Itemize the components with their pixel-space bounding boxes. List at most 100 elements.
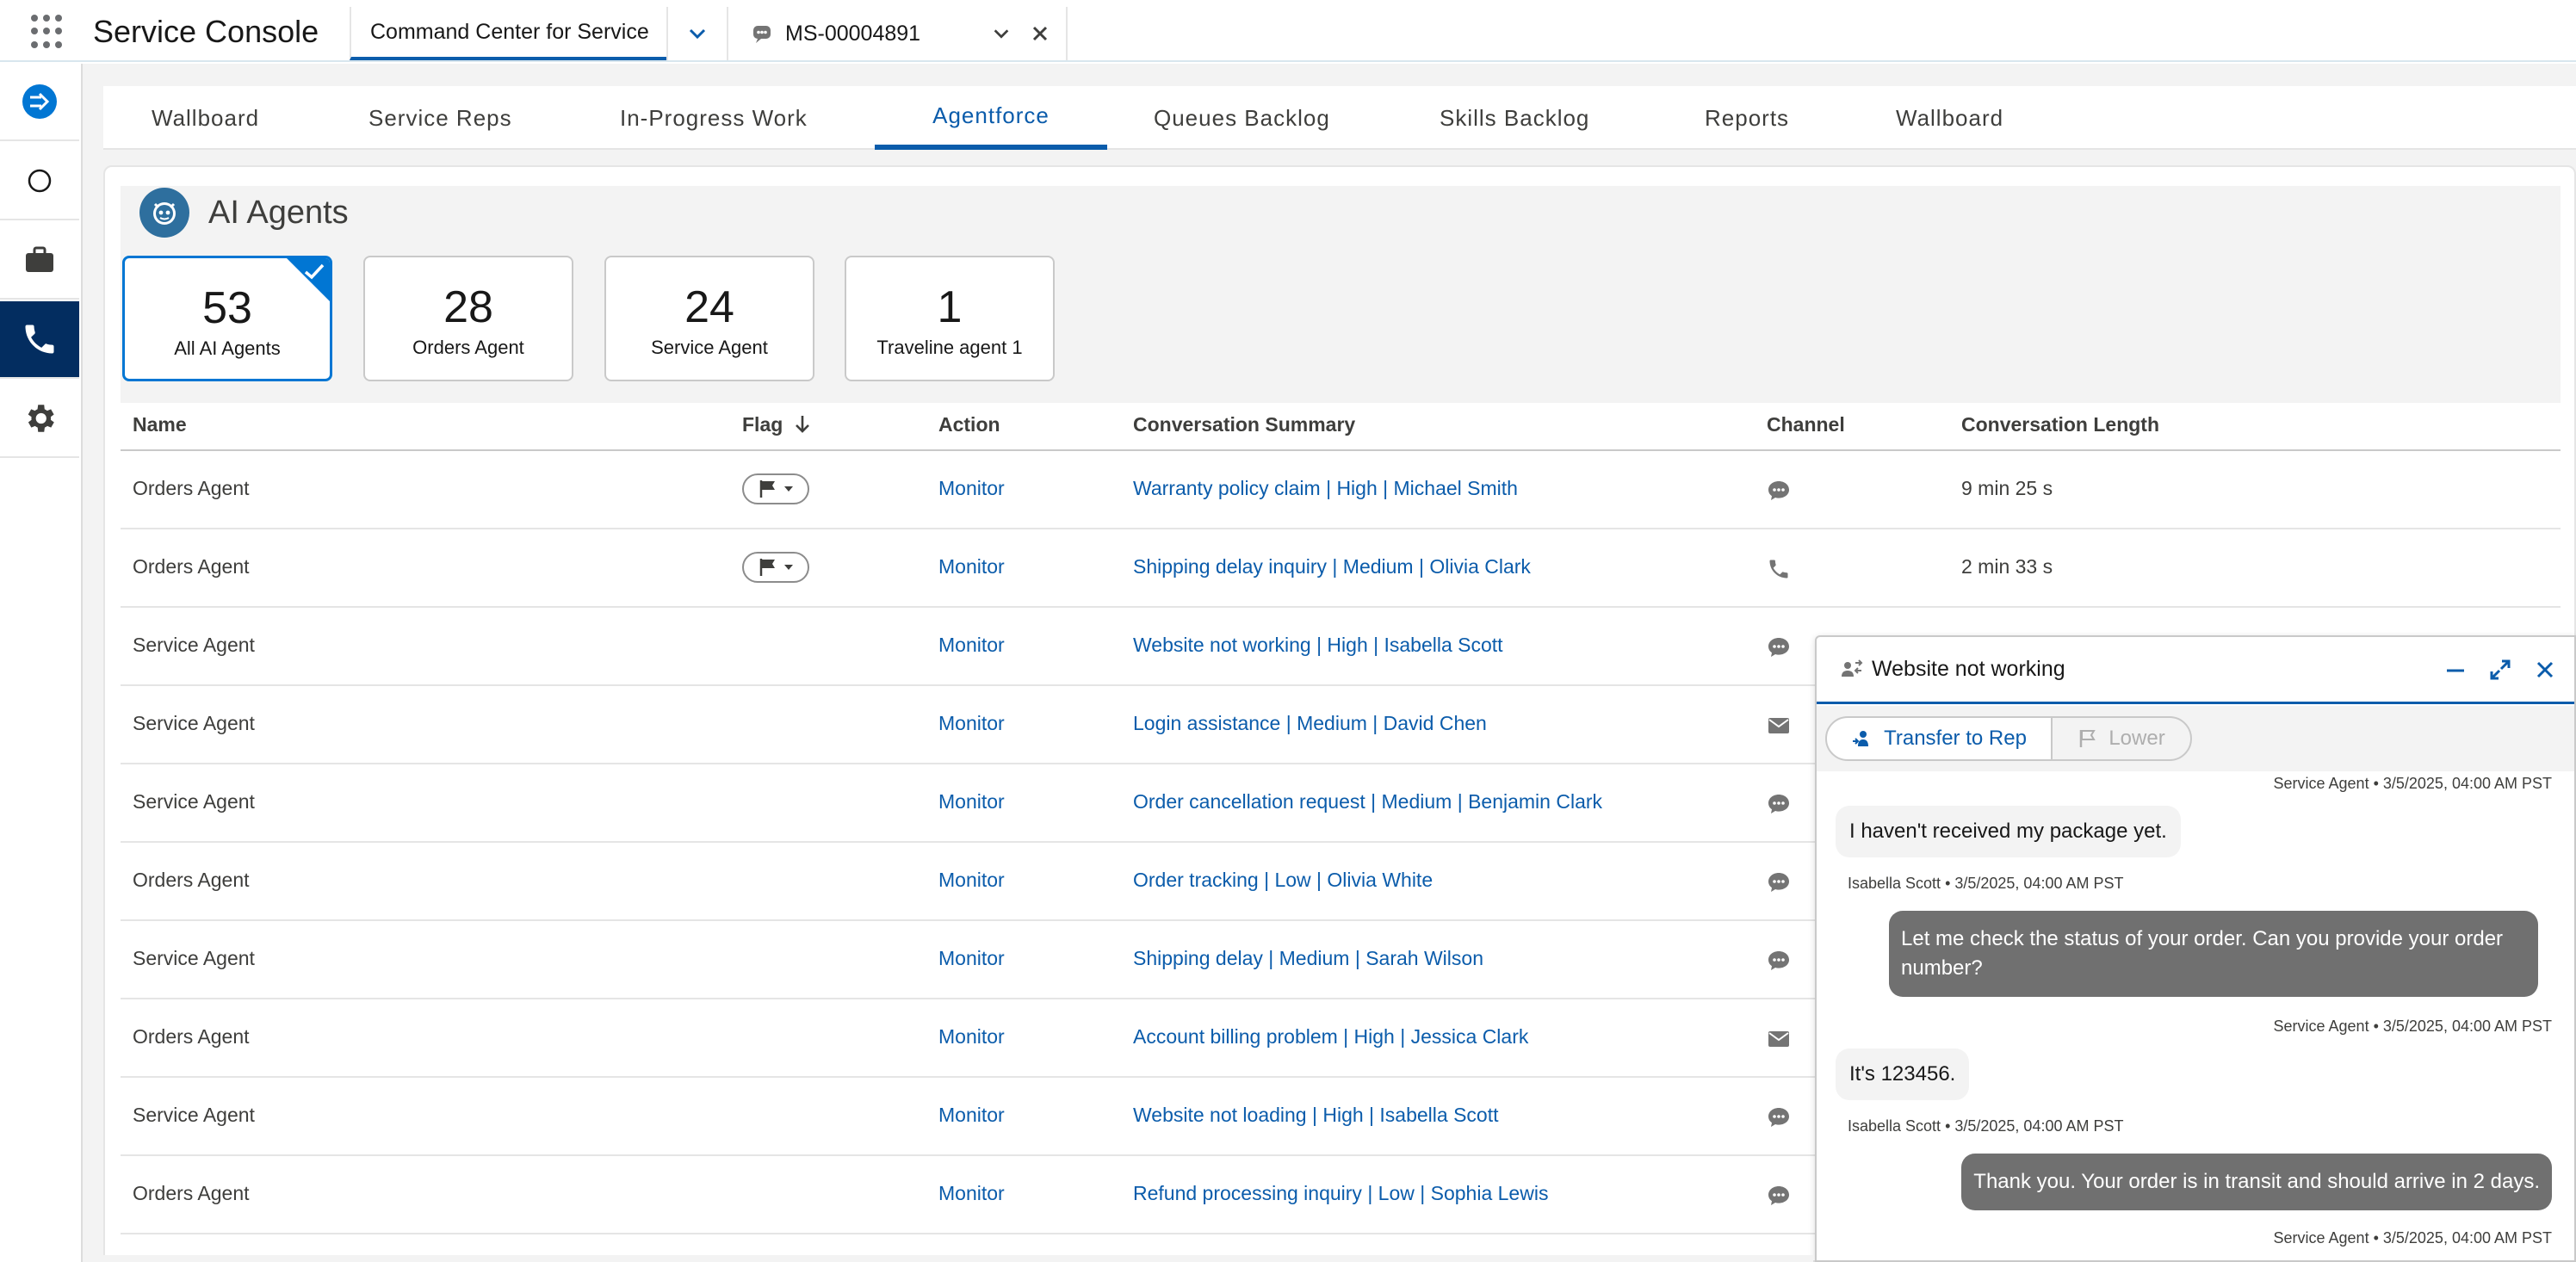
agent-name-cell: Service Agent <box>133 712 255 734</box>
subtab-wallboard-2[interactable]: Wallboard <box>1896 86 2003 150</box>
monitor-link[interactable]: Monitor <box>938 790 1005 813</box>
agent-name-cell: Service Agent <box>133 947 255 969</box>
monitor-link[interactable]: Monitor <box>938 634 1005 657</box>
caret-down-icon <box>784 486 793 492</box>
chevron-down-icon[interactable] <box>992 24 1011 43</box>
minimize-icon[interactable] <box>2443 658 2468 682</box>
column-header-summary[interactable]: Conversation Summary <box>1133 413 1355 436</box>
channel-cell <box>1767 479 1791 503</box>
phone-icon <box>25 325 54 354</box>
stat-card-traveline-agent[interactable]: 1 Traveline agent 1 <box>845 256 1055 381</box>
column-header-channel[interactable]: Channel <box>1767 413 1845 436</box>
chat-icon <box>1768 873 1789 892</box>
message-meta: Service Agent • 3/5/2025, 04:00 AM PST <box>2273 775 2553 792</box>
stat-card-all-ai-agents[interactable]: 53 All AI Agents <box>122 256 332 381</box>
chat-actions-bar: Transfer to Rep Lower <box>1817 706 2574 771</box>
channel-cell <box>1767 792 1791 816</box>
table-row: Orders Agent Monitor Warranty policy claim… <box>121 451 2561 529</box>
lower-label: Lower <box>2108 727 2165 750</box>
monitor-link[interactable]: Monitor <box>938 1025 1005 1049</box>
stat-label: Orders Agent <box>412 337 524 358</box>
monitor-link[interactable]: Monitor <box>938 1182 1005 1205</box>
agent-name-cell: Service Agent <box>133 790 255 813</box>
expand-icon[interactable] <box>2488 658 2512 682</box>
agent-name-cell: Orders Agent <box>133 1182 250 1204</box>
subtab-bar: Wallboard Service Reps In-Progress Work … <box>103 86 2576 150</box>
stat-label: All AI Agents <box>174 337 281 359</box>
ai-agent-logo-icon <box>139 188 189 238</box>
agent-name-cell: Orders Agent <box>133 1025 250 1048</box>
table-header: Name Flag Action Conversation Summary Ch… <box>121 398 2561 451</box>
column-header-flag[interactable]: Flag <box>742 413 811 436</box>
subtab-queues-backlog[interactable]: Queues Backlog <box>1154 86 1330 150</box>
message-bubble-agent: Thank you. Your order is in transit and … <box>1961 1154 2552 1210</box>
subtab-skills-backlog[interactable]: Skills Backlog <box>1440 86 1589 150</box>
subtab-wallboard[interactable]: Wallboard <box>152 86 259 150</box>
page-title: AI Agents <box>208 195 349 231</box>
column-header-length[interactable]: Conversation Length <box>1961 413 2159 436</box>
monitor-link[interactable]: Monitor <box>938 947 1005 970</box>
conversation-summary-link[interactable]: Order cancellation request | Medium | Be… <box>1133 790 1602 813</box>
conversation-summary-link[interactable]: Order tracking | Low | Olivia White <box>1133 869 1433 892</box>
conversation-summary-link[interactable]: Login assistance | Medium | David Chen <box>1133 712 1487 735</box>
chat-icon <box>1768 481 1789 500</box>
conversation-summary-link[interactable]: Shipping delay inquiry | Medium | Olivia… <box>1133 555 1531 578</box>
transfer-label: Transfer to Rep <box>1884 727 2027 750</box>
conversation-summary-link[interactable]: Website not loading | High | Isabella Sc… <box>1133 1104 1499 1127</box>
monitor-link[interactable]: Monitor <box>938 1104 1005 1127</box>
conversation-summary-link[interactable]: Refund processing inquiry | Low | Sophia… <box>1133 1182 1548 1205</box>
status-circle-icon <box>28 169 52 193</box>
tab-case[interactable]: MS-00004891 <box>727 7 1068 60</box>
conversation-summary-link[interactable]: Shipping delay | Medium | Sarah Wilson <box>1133 947 1483 970</box>
chat-icon <box>1768 1108 1789 1127</box>
conversation-summary-link[interactable]: Account billing problem | High | Jessica… <box>1133 1025 1528 1049</box>
email-icon <box>1768 718 1789 733</box>
stat-card-service-agent[interactable]: 24 Service Agent <box>604 256 814 381</box>
column-header-action[interactable]: Action <box>938 413 1000 436</box>
subtab-service-reps[interactable]: Service Reps <box>368 86 512 150</box>
phone-icon <box>1769 560 1788 578</box>
flag-menu-button[interactable] <box>742 473 809 504</box>
expand-rail-icon <box>22 84 57 119</box>
conversation-summary-link[interactable]: Website not working | High | Isabella Sc… <box>1133 634 1503 657</box>
global-header: Service Console Command Center for Servi… <box>0 0 2576 62</box>
chat-header: Website not working <box>1817 637 2574 704</box>
tab-command-center[interactable]: Command Center for Service <box>350 7 666 60</box>
flag-menu-button[interactable] <box>742 552 809 583</box>
close-icon[interactable] <box>1031 25 1049 42</box>
monitor-link[interactable]: Monitor <box>938 555 1005 578</box>
rail-phone-button[interactable] <box>0 301 79 379</box>
transfer-agent-icon <box>1842 659 1863 677</box>
stat-label: Traveline agent 1 <box>876 337 1023 358</box>
subtab-agentforce[interactable]: Agentforce <box>875 86 1107 150</box>
gear-icon <box>28 405 54 432</box>
conversation-length-cell: 9 min 25 s <box>1961 477 2053 499</box>
rail-toggle-button[interactable] <box>0 64 79 141</box>
app-launcher-icon[interactable] <box>31 15 65 49</box>
message-bubble-agent: Let me check the status of your order. C… <box>1889 911 2538 997</box>
stat-label: Service Agent <box>651 337 768 358</box>
column-header-name[interactable]: Name <box>133 413 187 436</box>
chevron-down-icon <box>689 28 706 40</box>
rail-settings-button[interactable] <box>0 380 79 458</box>
briefcase-icon <box>26 246 53 272</box>
subtab-reports[interactable]: Reports <box>1705 86 1789 150</box>
tab-menu-button[interactable] <box>666 7 727 60</box>
conversation-summary-link[interactable]: Warranty policy claim | High | Michael S… <box>1133 477 1518 500</box>
arrow-down-icon <box>795 416 809 433</box>
monitor-link[interactable]: Monitor <box>938 869 1005 892</box>
message-meta: Service Agent • 3/5/2025, 04:00 AM PST <box>2273 1018 2553 1035</box>
transfer-to-rep-button[interactable]: Transfer to Rep <box>1825 716 2053 761</box>
message-meta: Isabella Scott • 3/5/2025, 04:00 AM PST <box>1848 875 2124 892</box>
rail-briefcase-button[interactable] <box>0 222 79 300</box>
monitor-link[interactable]: Monitor <box>938 477 1005 500</box>
lower-button[interactable]: Lower <box>2051 716 2192 761</box>
agent-name-cell: Service Agent <box>133 1104 255 1126</box>
monitor-link[interactable]: Monitor <box>938 712 1005 735</box>
channel-cell <box>1767 1184 1791 1208</box>
subtab-in-progress-work[interactable]: In-Progress Work <box>620 86 808 150</box>
table-row: Orders Agent Monitor Shipping delay inquir… <box>121 529 2561 608</box>
rail-status-button[interactable] <box>0 143 79 220</box>
close-icon[interactable] <box>2533 658 2557 682</box>
stat-card-orders-agent[interactable]: 28 Orders Agent <box>363 256 573 381</box>
